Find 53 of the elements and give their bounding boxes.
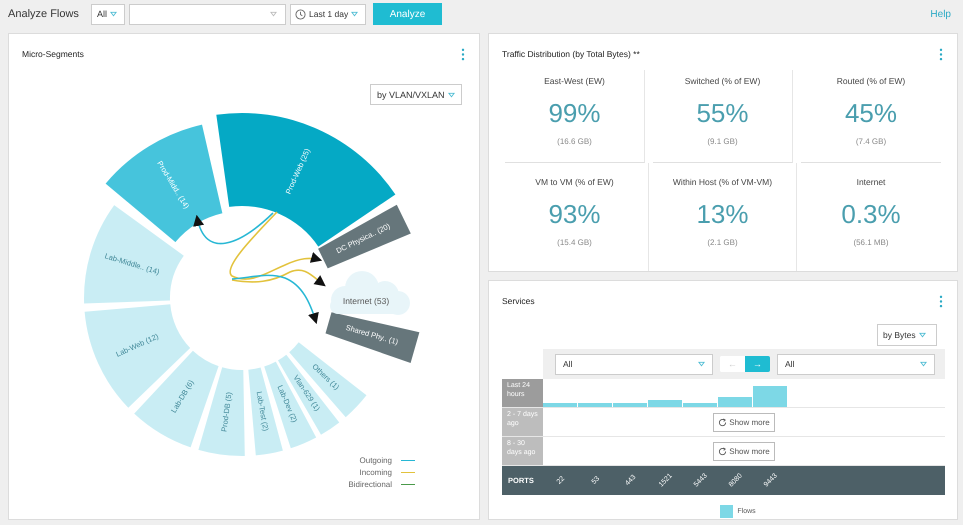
metric-label: VM to VM (% of EW) [535, 177, 614, 187]
metric-value: 45% [844, 98, 898, 129]
legend-label: Incoming [360, 468, 392, 477]
panel-title: Micro-Segments [22, 49, 84, 59]
caret-icon [110, 11, 118, 17]
metric-value: 55% [696, 98, 749, 129]
metric-detail: (15.4 GB) [557, 238, 592, 247]
legend-swatch [720, 505, 734, 518]
metric-value: 99% [548, 98, 601, 129]
metric-label: Internet [856, 177, 886, 187]
caret-icon [698, 361, 705, 367]
legend-label: Outgoing [360, 456, 392, 465]
caret-icon [448, 92, 455, 98]
metric-value: 93% [548, 199, 601, 230]
ring-segment[interactable] [106, 124, 222, 242]
scope-select[interactable]: All [91, 4, 125, 24]
metric-detail: (7.4 GB) [856, 137, 886, 146]
more-options-icon[interactable] [939, 48, 943, 60]
destination-select[interactable]: All [777, 354, 935, 374]
sort-select[interactable]: by Bytes [877, 324, 937, 346]
more-options-icon[interactable] [939, 294, 943, 308]
metric-label: East-West (EW) [544, 76, 605, 86]
page-title: Analyze Flows [8, 8, 80, 20]
ring-segment[interactable] [318, 204, 411, 268]
metric-detail: (16.6 GB) [557, 137, 592, 146]
metric-label: Within Host (% of VM-VM) [672, 177, 772, 187]
caret-icon [351, 11, 358, 17]
caret-icon [918, 332, 926, 338]
ring-segment[interactable] [326, 312, 420, 363]
metric-value: 13% [696, 199, 749, 230]
ring-segment[interactable] [278, 354, 340, 435]
legend-label: Bidirectional [348, 480, 392, 489]
show-more-button[interactable]: Show more [713, 442, 775, 460]
time-range-select[interactable]: Last 1 day [290, 4, 366, 24]
metric-detail: (56.1 MB) [853, 238, 889, 247]
show-more-button[interactable]: Show more [713, 412, 775, 432]
refresh-icon [718, 418, 728, 426]
metric-label: Switched (% of EW) [684, 76, 760, 86]
panel-title: Services [502, 296, 535, 306]
metric-detail: (2.1 GB) [707, 238, 738, 247]
source-select[interactable]: All [555, 354, 713, 374]
group-by-select[interactable]: by VLAN/VXLAN [370, 84, 462, 105]
refresh-icon [718, 446, 728, 456]
metric-detail: (9.1 GB) [707, 137, 738, 146]
more-options-icon[interactable] [461, 48, 465, 60]
panel-title: Traffic Distribution (by Total Bytes) ** [502, 49, 640, 59]
clock-icon [295, 8, 306, 20]
metric-value: 0.3% [841, 199, 901, 230]
node-label: Internet (53) [342, 296, 390, 306]
caret-icon [920, 361, 927, 367]
metric-label: Routed (% of EW) [836, 76, 906, 86]
entity-select[interactable] [129, 4, 286, 24]
caret-icon [270, 11, 277, 17]
